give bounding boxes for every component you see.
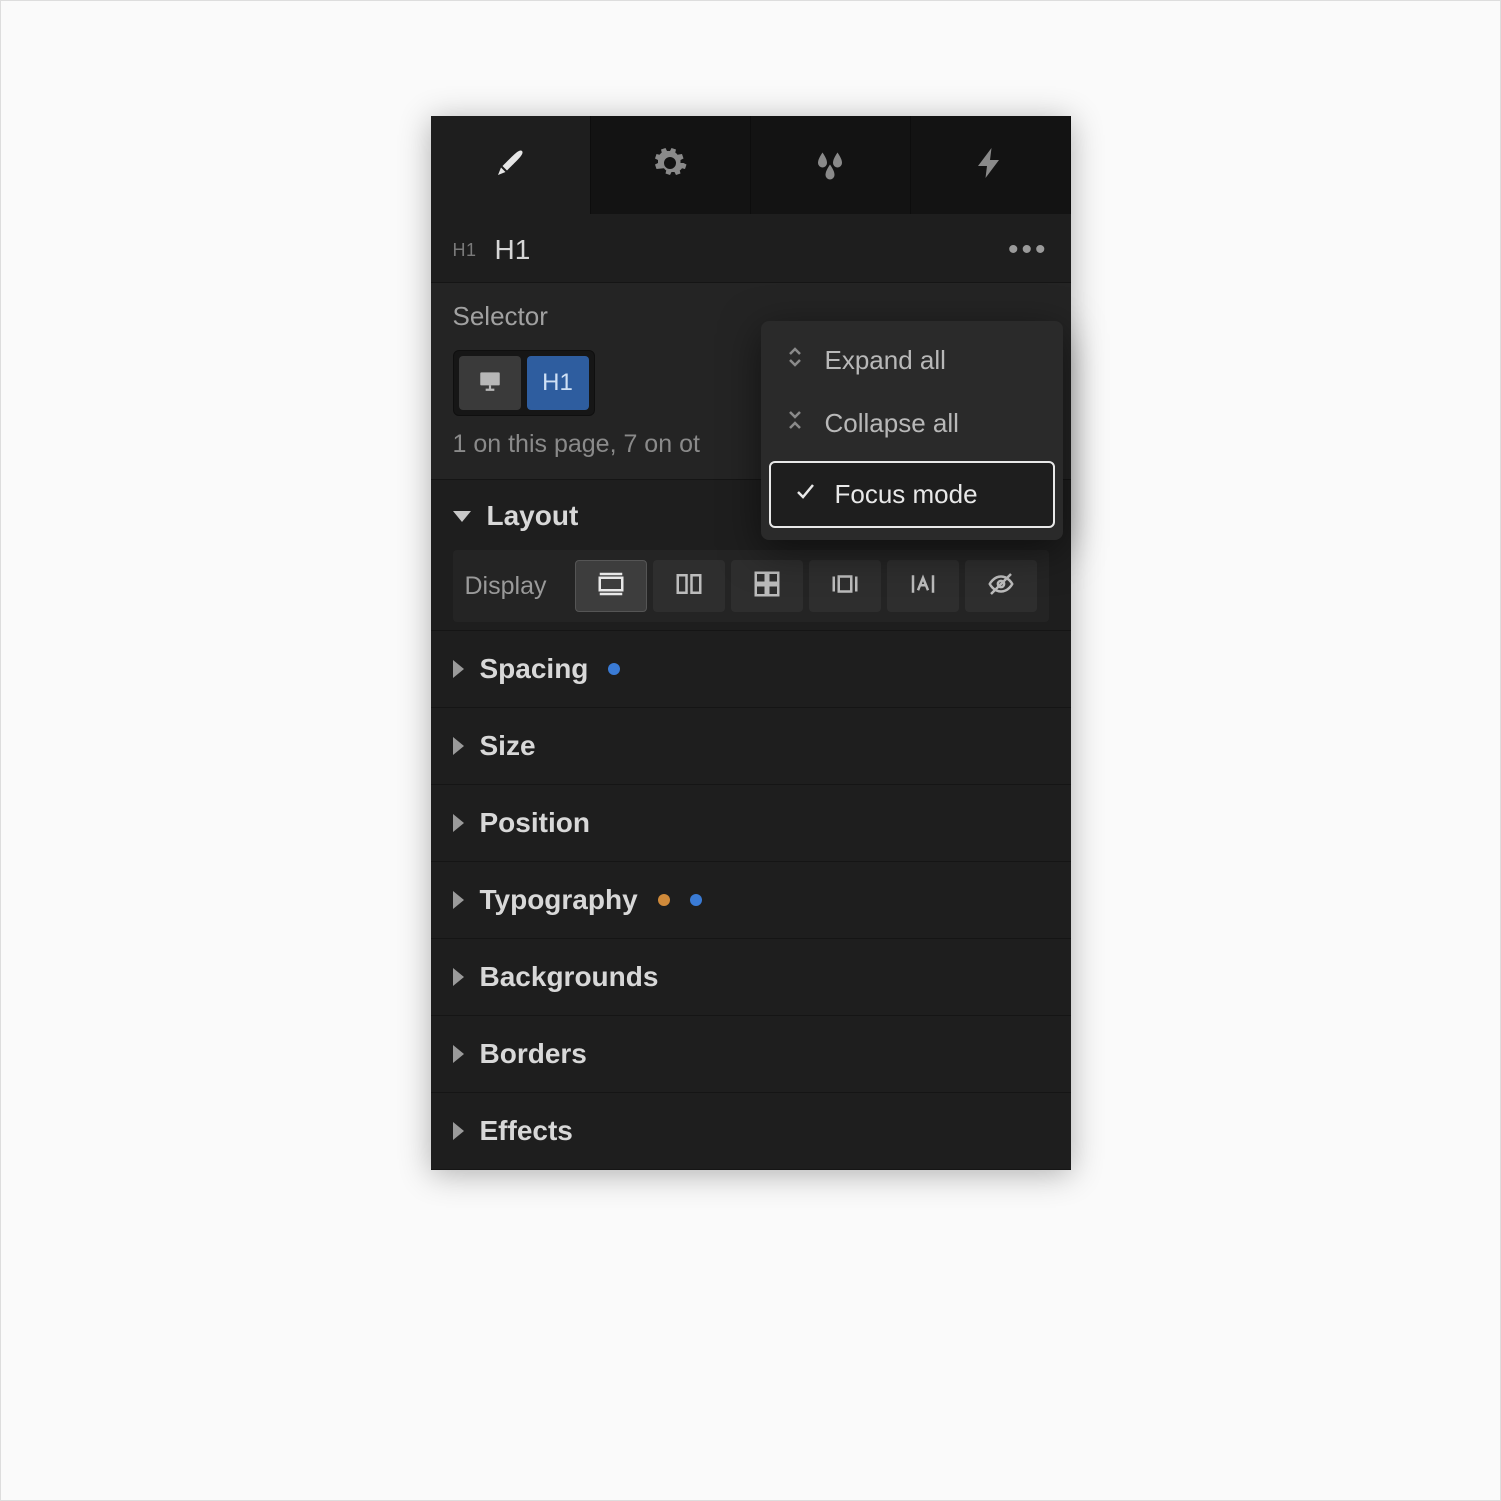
selector-tag-chip[interactable]: H1 (527, 356, 589, 410)
caret-right-icon (453, 891, 464, 909)
expand-icon (783, 345, 807, 376)
display-block-button[interactable] (575, 560, 647, 612)
collapse-icon (783, 408, 807, 439)
section-position[interactable]: Position (431, 785, 1071, 862)
display-label: Display (465, 572, 571, 601)
style-panel: H1 H1 ••• Selector H1 1 on this page, 7 … (431, 116, 1071, 1170)
tab-style[interactable] (431, 116, 591, 214)
element-label: H1 (495, 234, 531, 266)
display-grid-button[interactable] (731, 560, 803, 612)
section-backgrounds-title: Backgrounds (480, 961, 659, 993)
caret-right-icon (453, 1045, 464, 1063)
inlineblock-icon (830, 569, 860, 604)
display-none-button[interactable] (965, 560, 1037, 612)
section-spacing[interactable]: Spacing (431, 631, 1071, 708)
caret-right-icon (453, 968, 464, 986)
lightning-icon (972, 145, 1008, 186)
menu-expand-label: Expand all (825, 345, 946, 376)
section-spacing-title: Spacing (480, 653, 589, 685)
section-size[interactable]: Size (431, 708, 1071, 785)
inline-icon (908, 569, 938, 604)
selector-inherit-chip[interactable] (459, 356, 521, 410)
display-inline-button[interactable] (887, 560, 959, 612)
menu-focus-label: Focus mode (835, 479, 978, 510)
display-flex-button[interactable] (653, 560, 725, 612)
section-borders[interactable]: Borders (431, 1016, 1071, 1093)
menu-expand-all[interactable]: Expand all (761, 329, 1063, 392)
selector-tag-text: H1 (542, 369, 573, 397)
caret-right-icon (453, 737, 464, 755)
display-row: Display (453, 550, 1049, 622)
grid-icon (752, 569, 782, 604)
caret-right-icon (453, 660, 464, 678)
section-position-title: Position (480, 807, 590, 839)
section-effects[interactable]: Effects (431, 1093, 1071, 1170)
brush-icon (492, 145, 528, 186)
section-size-title: Size (480, 730, 536, 762)
section-typography-title: Typography (480, 884, 638, 916)
caret-right-icon (453, 814, 464, 832)
indicator-dot-icon (690, 894, 702, 906)
menu-collapse-label: Collapse all (825, 408, 959, 439)
menu-focus-mode[interactable]: Focus mode (769, 461, 1055, 528)
more-menu-button[interactable]: ••• (1008, 245, 1049, 255)
screen-icon (477, 367, 503, 400)
flex-icon (674, 569, 704, 604)
element-header: H1 H1 ••• (431, 214, 1071, 282)
selector-chips: H1 (453, 350, 595, 416)
block-icon (596, 569, 626, 604)
section-typography[interactable]: Typography (431, 862, 1071, 939)
more-menu-popup: Expand all Collapse all Focus mode (761, 321, 1063, 540)
eye-off-icon (986, 569, 1016, 604)
selector-label: Selector (453, 301, 548, 332)
section-backgrounds[interactable]: Backgrounds (431, 939, 1071, 1016)
tab-settings[interactable] (591, 116, 751, 214)
section-layout-title: Layout (487, 500, 579, 532)
element-tag: H1 (453, 240, 477, 261)
gear-icon (652, 145, 688, 186)
indicator-dot-icon (608, 663, 620, 675)
check-icon (793, 479, 817, 510)
tab-interactions[interactable] (911, 116, 1071, 214)
droplets-icon (812, 145, 848, 186)
tab-effects[interactable] (751, 116, 911, 214)
display-inlineblock-button[interactable] (809, 560, 881, 612)
caret-down-icon (453, 511, 471, 522)
menu-collapse-all[interactable]: Collapse all (761, 392, 1063, 455)
section-borders-title: Borders (480, 1038, 587, 1070)
caret-right-icon (453, 1122, 464, 1140)
panel-tabs (431, 116, 1071, 214)
section-effects-title: Effects (480, 1115, 573, 1147)
indicator-dot-icon (658, 894, 670, 906)
